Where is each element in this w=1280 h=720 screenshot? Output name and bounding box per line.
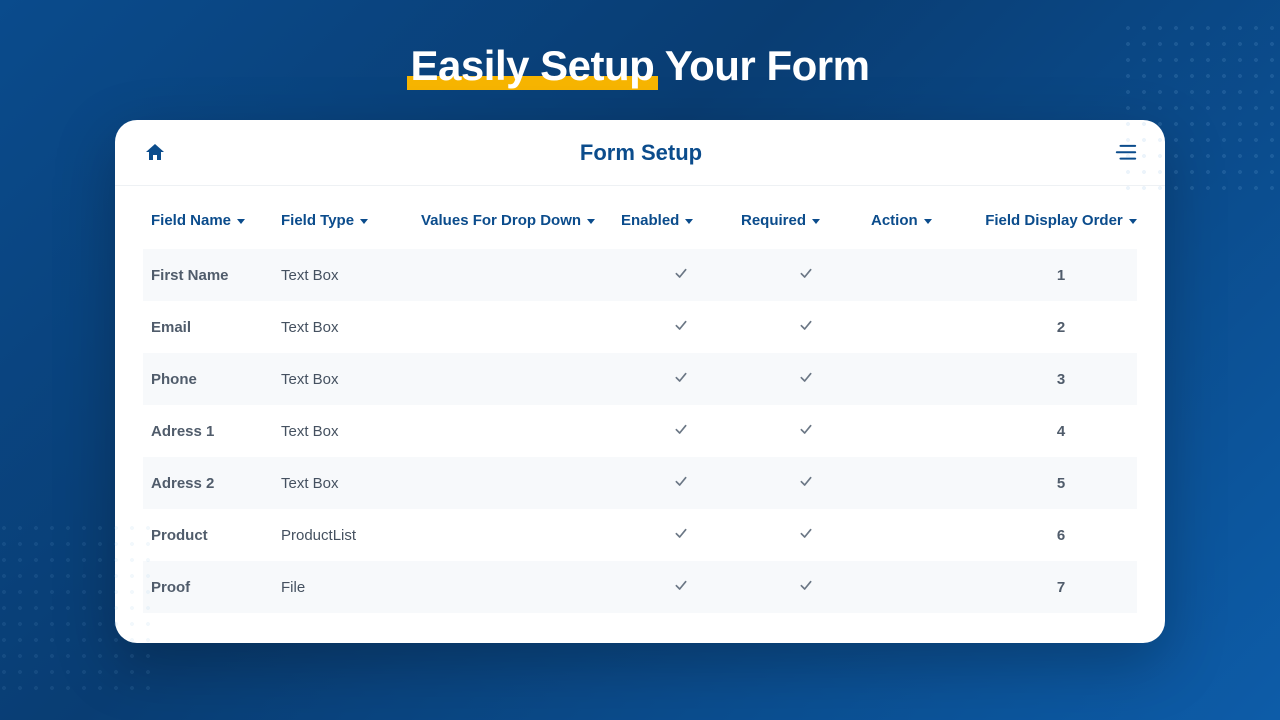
home-icon[interactable]	[143, 141, 167, 165]
cell-enabled	[621, 265, 741, 285]
checkmark-icon	[798, 317, 814, 337]
cell-field-name: Product	[151, 527, 281, 544]
caret-down-icon	[360, 219, 368, 224]
checkmark-icon	[798, 369, 814, 389]
cell-field-type: Text Box	[281, 267, 421, 284]
col-action[interactable]: Action	[871, 212, 981, 229]
checkmark-icon	[798, 265, 814, 285]
cell-field-type: Text Box	[281, 423, 421, 440]
table-row: PhoneText Box3	[143, 353, 1137, 405]
cell-enabled	[621, 473, 741, 493]
cell-display-order: 1	[981, 267, 1141, 284]
checkmark-icon	[673, 317, 689, 337]
checkmark-icon	[673, 525, 689, 545]
form-setup-card: Form Setup Field Name Field Type Values …	[115, 120, 1165, 643]
col-display-order[interactable]: Field Display Order	[981, 212, 1141, 229]
cell-field-type: File	[281, 579, 421, 596]
checkmark-icon	[673, 577, 689, 597]
col-field-name[interactable]: Field Name	[151, 212, 281, 229]
banner-highlight: Easily Setup	[411, 42, 655, 90]
cell-required	[741, 317, 871, 337]
col-label: Action	[871, 212, 918, 229]
caret-down-icon	[812, 219, 820, 224]
cell-field-name: Adress 1	[151, 423, 281, 440]
caret-down-icon	[587, 219, 595, 224]
cell-display-order: 4	[981, 423, 1141, 440]
checkmark-icon	[798, 577, 814, 597]
col-label: Enabled	[621, 212, 679, 229]
cell-required	[741, 421, 871, 441]
card-title: Form Setup	[580, 140, 702, 166]
col-label: Field Display Order	[985, 212, 1123, 229]
table-body: First NameText Box1EmailText Box2PhoneTe…	[143, 249, 1137, 613]
checkmark-icon	[673, 473, 689, 493]
caret-down-icon	[685, 219, 693, 224]
cell-enabled	[621, 577, 741, 597]
table-row: Adress 2Text Box5	[143, 457, 1137, 509]
banner-rest: Your Form	[654, 42, 869, 89]
checkmark-icon	[798, 525, 814, 545]
col-label: Values For Drop Down	[421, 212, 581, 229]
checkmark-icon	[798, 421, 814, 441]
cell-field-name: Email	[151, 319, 281, 336]
checkmark-icon	[673, 265, 689, 285]
cell-enabled	[621, 317, 741, 337]
cell-field-type: Text Box	[281, 371, 421, 388]
checkmark-icon	[673, 369, 689, 389]
cell-enabled	[621, 525, 741, 545]
cell-field-type: Text Box	[281, 319, 421, 336]
banner-heading: Easily Setup Your Form	[411, 42, 870, 90]
checkmark-icon	[673, 421, 689, 441]
table-header-row: Field Name Field Type Values For Drop Do…	[143, 200, 1137, 249]
cell-enabled	[621, 369, 741, 389]
cell-field-name: Adress 2	[151, 475, 281, 492]
checkmark-icon	[798, 473, 814, 493]
col-label: Required	[741, 212, 806, 229]
card-header: Form Setup	[115, 120, 1165, 186]
cell-display-order: 6	[981, 527, 1141, 544]
cell-field-name: Proof	[151, 579, 281, 596]
cell-display-order: 2	[981, 319, 1141, 336]
col-field-type[interactable]: Field Type	[281, 212, 421, 229]
page-banner: Easily Setup Your Form	[0, 0, 1280, 90]
caret-down-icon	[1129, 219, 1137, 224]
col-label: Field Name	[151, 212, 231, 229]
cell-display-order: 3	[981, 371, 1141, 388]
col-enabled[interactable]: Enabled	[621, 212, 741, 229]
cell-required	[741, 577, 871, 597]
caret-down-icon	[924, 219, 932, 224]
cell-required	[741, 369, 871, 389]
table-row: EmailText Box2	[143, 301, 1137, 353]
table-row: ProofFile7	[143, 561, 1137, 613]
cell-required	[741, 473, 871, 493]
cell-field-name: Phone	[151, 371, 281, 388]
table-row: ProductProductList6	[143, 509, 1137, 561]
caret-down-icon	[237, 219, 245, 224]
cell-required	[741, 525, 871, 545]
cell-display-order: 5	[981, 475, 1141, 492]
table-row: Adress 1Text Box4	[143, 405, 1137, 457]
col-label: Field Type	[281, 212, 354, 229]
cell-display-order: 7	[981, 579, 1141, 596]
cell-enabled	[621, 421, 741, 441]
cell-field-name: First Name	[151, 267, 281, 284]
cell-field-type: Text Box	[281, 475, 421, 492]
col-values-dropdown[interactable]: Values For Drop Down	[421, 212, 621, 229]
cell-required	[741, 265, 871, 285]
col-required[interactable]: Required	[741, 212, 871, 229]
table-row: First NameText Box1	[143, 249, 1137, 301]
cell-field-type: ProductList	[281, 527, 421, 544]
form-fields-table: Field Name Field Type Values For Drop Do…	[115, 186, 1165, 643]
